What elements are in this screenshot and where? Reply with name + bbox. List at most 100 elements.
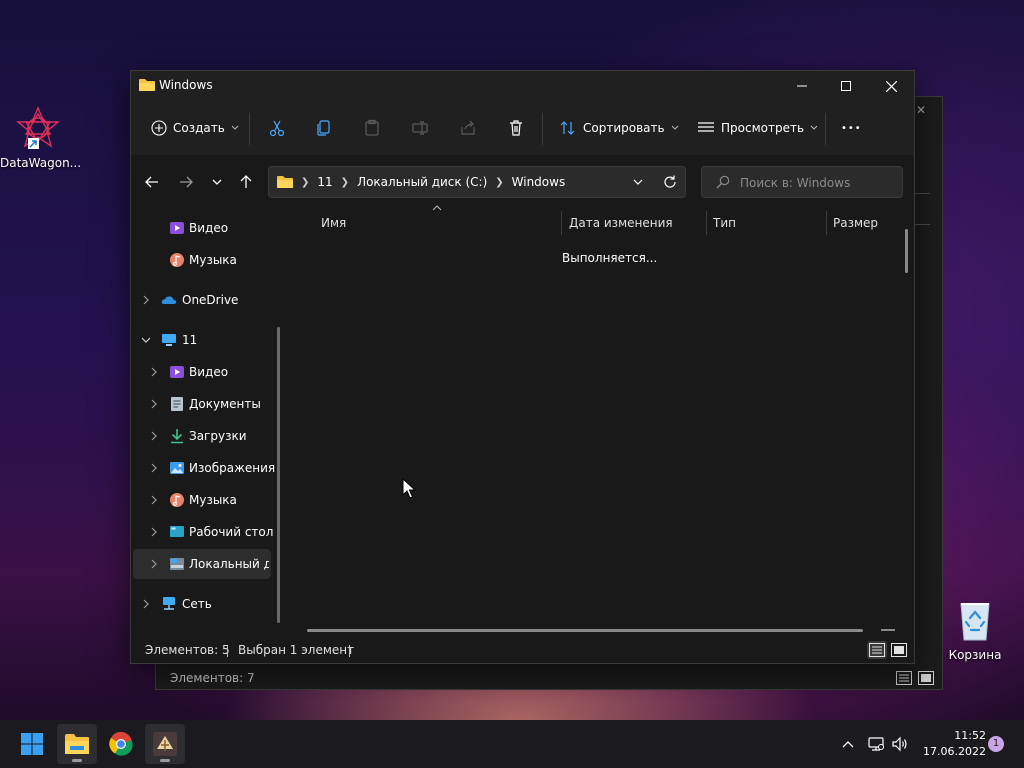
horizontal-scrollbar[interactable] xyxy=(307,629,863,632)
create-button[interactable]: Создать xyxy=(151,115,239,141)
create-label: Создать xyxy=(173,121,225,135)
status-bar: Элементов: 5 Выбран 1 элемент xyxy=(131,639,914,663)
chevron-right-icon[interactable] xyxy=(149,495,159,505)
search-icon xyxy=(716,175,730,189)
nav-item-video-quick[interactable]: Видео xyxy=(131,213,269,243)
taskbar-chrome[interactable] xyxy=(101,724,141,764)
nav-item-downloads[interactable]: Загрузки xyxy=(131,421,269,451)
navigation-pane: Видео Музыка OneDrive 11 Видео Документы… xyxy=(131,207,283,637)
nav-item-label: 11 xyxy=(182,333,198,347)
nav-item-local-disk[interactable]: Локальный ди xyxy=(133,549,271,579)
chevron-down-icon[interactable] xyxy=(633,179,643,185)
chevron-right-icon[interactable] xyxy=(149,463,159,473)
loading-text: Выполняется... xyxy=(562,251,658,265)
volume-tray-button[interactable] xyxy=(890,734,910,754)
network-tray-button[interactable] xyxy=(866,734,886,754)
up-button[interactable] xyxy=(235,171,257,193)
clock-date: 17.06.2022 xyxy=(923,745,986,758)
chevron-right-icon[interactable] xyxy=(149,431,159,441)
chevron-down-icon[interactable] xyxy=(141,335,151,345)
chevron-right-icon[interactable] xyxy=(149,527,159,537)
copy-button[interactable] xyxy=(315,115,333,141)
nav-item-label: Видео xyxy=(189,221,229,235)
chevron-right-icon[interactable]: ❯ xyxy=(495,177,503,188)
notification-badge[interactable]: 1 xyxy=(988,736,1004,752)
breadcrumb-item[interactable]: 11 xyxy=(317,175,332,189)
details-view-icon[interactable] xyxy=(896,671,912,685)
column-divider[interactable] xyxy=(706,211,707,235)
chevron-right-icon[interactable] xyxy=(141,295,151,305)
column-divider[interactable] xyxy=(826,211,827,235)
search-input[interactable] xyxy=(738,173,902,193)
nav-scrollbar[interactable] xyxy=(277,327,280,623)
chevron-right-icon[interactable]: ❯ xyxy=(301,177,309,188)
breadcrumb-item[interactable]: Windows xyxy=(512,175,566,189)
breadcrumb-item[interactable]: Локальный диск (C:) xyxy=(357,175,487,189)
share-button[interactable] xyxy=(459,115,477,141)
details-view-button[interactable] xyxy=(867,641,887,659)
cut-button[interactable] xyxy=(268,115,286,141)
chrome-icon xyxy=(109,732,133,756)
search-box[interactable] xyxy=(701,166,903,198)
arrow-left-icon xyxy=(145,176,158,188)
clock[interactable]: 11:52 17.06.2022 xyxy=(918,728,986,760)
column-header-size[interactable]: Размер xyxy=(833,207,878,239)
nav-item-desktop[interactable]: Рабочий стол xyxy=(131,517,273,547)
maximize-button[interactable] xyxy=(823,71,869,101)
status-separator xyxy=(227,645,228,657)
network-icon xyxy=(163,597,175,610)
chevron-right-icon[interactable] xyxy=(149,399,159,409)
nav-item-onedrive[interactable]: OneDrive xyxy=(131,285,269,315)
tiles-view-button[interactable] xyxy=(889,641,909,659)
explorer-window[interactable]: Windows Создать Сортировать Просмотреть … xyxy=(130,70,915,664)
vertical-scrollbar[interactable] xyxy=(905,229,908,273)
nav-item-label: Локальный ди xyxy=(189,557,269,571)
title-bar[interactable]: Windows xyxy=(131,71,914,101)
nav-item-network[interactable]: Сеть xyxy=(131,589,269,619)
more-options-button[interactable]: ••• xyxy=(841,115,862,141)
desktop-icon-datawagon[interactable]: DataWagon... xyxy=(0,104,81,170)
refresh-icon[interactable] xyxy=(663,175,677,189)
paste-button[interactable] xyxy=(363,115,381,141)
nav-item-pictures[interactable]: Изображения xyxy=(131,453,275,483)
column-header-date-modified[interactable]: Дата изменения xyxy=(569,207,673,239)
back-button[interactable] xyxy=(141,171,163,193)
rename-button[interactable] xyxy=(411,115,429,141)
column-header-type[interactable]: Тип xyxy=(713,207,736,239)
nav-item-video[interactable]: Видео xyxy=(131,357,269,387)
nav-item-music[interactable]: Музыка xyxy=(131,485,269,515)
taskbar-datawagon[interactable] xyxy=(145,724,185,764)
recycle-bin-icon xyxy=(951,596,999,644)
close-icon[interactable]: ✕ xyxy=(916,103,926,117)
desktop-icon-label: Корзина xyxy=(948,648,1002,662)
nav-item-documents[interactable]: Документы xyxy=(131,389,269,419)
tiles-view-icon[interactable] xyxy=(918,671,934,685)
chevron-right-icon[interactable] xyxy=(141,599,151,609)
chevron-right-icon[interactable] xyxy=(149,559,159,569)
music-folder-icon xyxy=(170,493,184,507)
close-button[interactable] xyxy=(868,71,914,101)
nav-item-this-pc[interactable]: 11 xyxy=(131,325,269,355)
chevron-right-icon[interactable]: ❯ xyxy=(341,177,349,188)
desktop-icon-recycle-bin[interactable]: Корзина xyxy=(937,596,1013,662)
chevron-right-icon[interactable] xyxy=(149,367,159,377)
sort-button[interactable]: Сортировать xyxy=(559,115,679,141)
show-hidden-icons-button[interactable] xyxy=(838,734,858,754)
copy-icon xyxy=(317,120,330,136)
delete-button[interactable] xyxy=(507,115,525,141)
start-button[interactable] xyxy=(12,724,52,764)
forward-button[interactable] xyxy=(175,171,197,193)
taskbar-file-explorer[interactable] xyxy=(57,724,97,764)
view-button[interactable]: Просмотреть xyxy=(697,115,818,141)
nav-item-music-quick[interactable]: Музыка xyxy=(131,245,269,275)
horizontal-scrollbar-end[interactable] xyxy=(881,629,895,631)
recent-locations-button[interactable] xyxy=(206,171,228,193)
address-bar[interactable]: ❯ 11 ❯ Локальный диск (C:) ❯ Windows xyxy=(268,166,686,198)
column-header-name[interactable]: Имя xyxy=(321,207,346,239)
network-status-icon xyxy=(868,737,884,751)
minimize-button[interactable] xyxy=(779,71,825,101)
address-row: ❯ 11 ❯ Локальный диск (C:) ❯ Windows xyxy=(131,155,914,207)
nav-item-label: Сеть xyxy=(182,597,212,611)
column-divider[interactable] xyxy=(561,211,562,235)
status-separator xyxy=(349,645,350,657)
